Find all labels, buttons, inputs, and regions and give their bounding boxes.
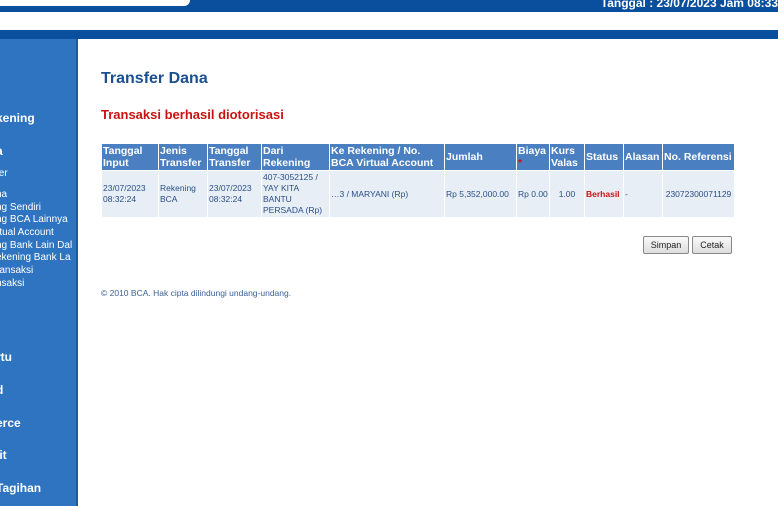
sidebar-item-rekening[interactable]: kening (0, 111, 35, 125)
biaya-label: Biaya (518, 145, 547, 157)
sidebar-item-d[interactable]: d (0, 383, 3, 397)
sidebar-subitem[interactable]: ng BCA Lainnya (0, 214, 68, 225)
sidebar-item-kartu[interactable]: rtu (0, 350, 12, 364)
col-status: Status (584, 143, 624, 171)
status-badge: Berhasil (586, 188, 620, 199)
table-row: 23/07/2023 08:32:24 Rekening BCA 23/07/2… (101, 170, 735, 218)
col-tanggal-transfer: Tanggal Transfer (207, 143, 262, 171)
sidebar-item-kredit[interactable]: lit (0, 448, 7, 462)
main-content: Transfer Dana Transaksi berhasil diotori… (78, 39, 778, 506)
sidebar-menu: kening a fer na ng Sendiri ng BCA Lainny… (0, 39, 78, 506)
col-jenis-transfer: Jenis Transfer (158, 143, 208, 171)
cell-dari-rekening: 407-3052125 / YAY KITA BANTU PERSADA (Rp… (261, 170, 330, 218)
sidebar-subitem[interactable]: nsaksi (0, 278, 24, 289)
col-jumlah: Jumlah (444, 143, 517, 171)
date-time-text: Tanggal : 23/07/2023 Jam 08:33 (600, 0, 778, 10)
copyright-footer: © 2010 BCA. Hak cipta dilindungi undang-… (101, 288, 292, 298)
authorization-status-message: Transaksi berhasil diotorisasi (101, 107, 284, 122)
cell-jenis-transfer: Rekening BCA (158, 170, 208, 218)
top-header-bar: Tanggal : 23/07/2023 Jam 08:33 (0, 0, 778, 12)
transaction-table: Tanggal Input Jenis Transfer Tanggal Tra… (101, 143, 735, 218)
sidebar-item-tagihan[interactable]: Tagihan (0, 481, 41, 495)
header-logo-area (0, 0, 190, 6)
col-alasan: Alasan (623, 143, 663, 171)
cell-tanggal-input: 23/07/2023 08:32:24 (101, 170, 159, 218)
cell-alasan: - (623, 170, 663, 218)
cell-jumlah: Rp 5,352,000.00 (444, 170, 517, 218)
col-no-referensi: No. Referensi (662, 143, 735, 171)
col-kurs-valas: Kurs Valas (549, 143, 585, 171)
sidebar-item-transfer[interactable]: a (0, 144, 3, 158)
col-tanggal-input: Tanggal Input (101, 143, 159, 171)
cell-status: Berhasil (584, 170, 624, 218)
col-ke-rekening: Ke Rekening / No. BCA Virtual Account (329, 143, 445, 171)
page-title: Transfer Dana (101, 70, 208, 87)
sidebar-subitem[interactable]: na (0, 189, 7, 200)
sidebar-subitem[interactable]: ekening Bank La (0, 252, 71, 263)
sidebar-subitem[interactable]: ng Bank Lain Dal (0, 240, 72, 251)
cell-kurs-valas: 1.00 (549, 170, 585, 218)
table-header-row: Tanggal Input Jenis Transfer Tanggal Tra… (101, 143, 735, 171)
sidebar-item-commerce[interactable]: erce (0, 416, 21, 430)
col-dari-rekening: Dari Rekening (261, 143, 330, 171)
sidebar-subitem[interactable]: ng Sendiri (0, 202, 41, 213)
col-biaya: Biaya * (516, 143, 550, 171)
header-divider-bar (0, 30, 778, 39)
simpan-button[interactable]: Simpan (643, 236, 689, 254)
sidebar-subitem[interactable]: rtual Account (0, 227, 54, 238)
sidebar-subitem[interactable]: ransaksi (0, 265, 33, 276)
cell-biaya: Rp 0.00 (516, 170, 550, 218)
header-subbar (0, 12, 778, 30)
cell-ke-rekening: …3 / MARYANI (Rp) (329, 170, 445, 218)
cetak-button[interactable]: Cetak (692, 236, 732, 254)
cell-no-referensi: 23072300071129 (662, 170, 735, 218)
cell-tanggal-transfer: 23/07/2023 08:32:24 (207, 170, 262, 218)
sidebar-subitem[interactable]: fer (0, 168, 8, 179)
biaya-note-mark: * (518, 157, 523, 169)
